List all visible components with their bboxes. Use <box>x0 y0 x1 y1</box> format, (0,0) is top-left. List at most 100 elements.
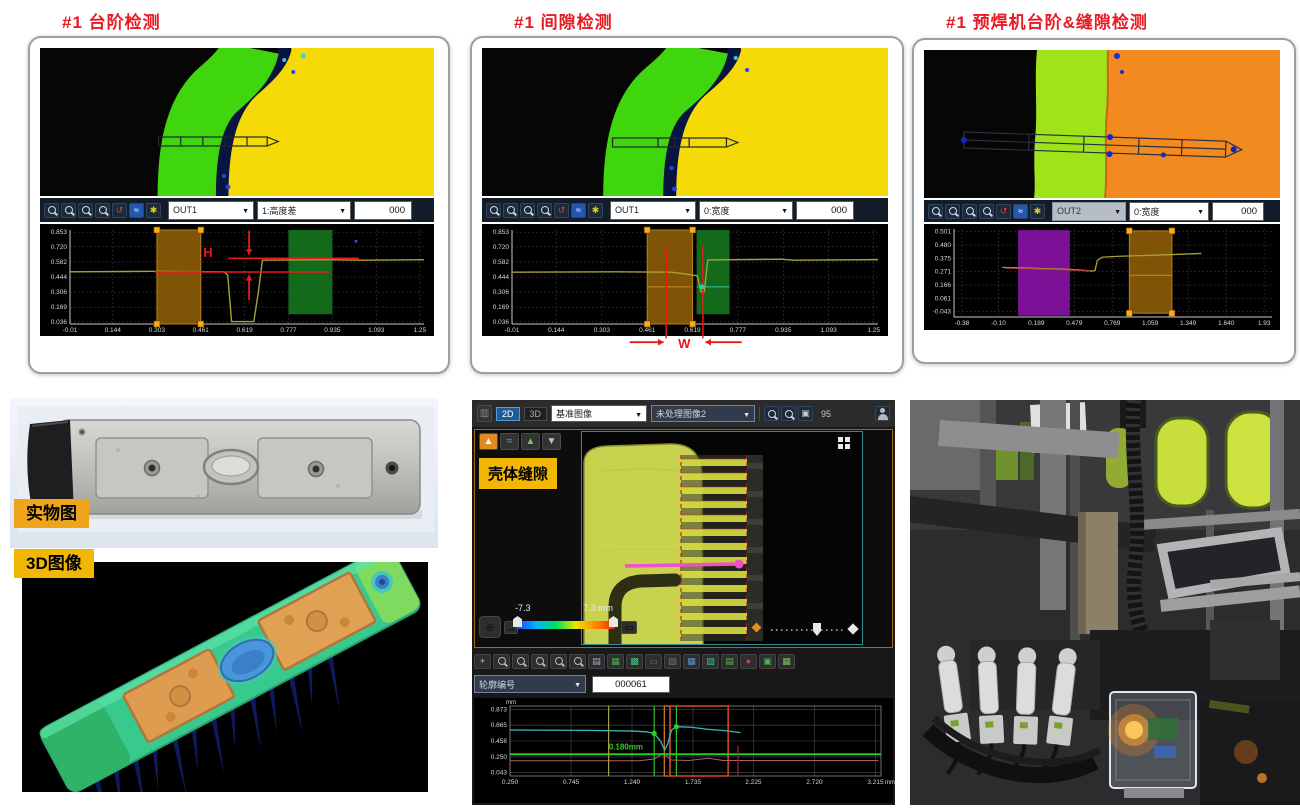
zoom-out-icon[interactable] <box>781 406 796 421</box>
measure-mode-select[interactable]: 0:宽度 <box>1129 202 1209 221</box>
roi-handle[interactable] <box>690 321 696 327</box>
zoom-in-icon[interactable] <box>486 203 501 218</box>
roi-handle[interactable] <box>154 227 160 233</box>
viewer-content: ▲≈▲▼ 壳体缝隙 <box>474 429 893 648</box>
profile-view-icon[interactable]: ≈ <box>500 433 519 450</box>
contour-number-field[interactable]: 000061 <box>592 676 670 693</box>
processed-image-select[interactable]: 未处理图像2 <box>651 405 755 422</box>
tab-3d[interactable]: 3D <box>524 407 548 421</box>
colorbar-handle-min[interactable] <box>513 616 522 627</box>
roi-handle[interactable] <box>198 321 204 327</box>
measure-mode-select[interactable]: 0:宽度 <box>699 201 793 220</box>
settings-icon[interactable]: ✱ <box>146 203 161 218</box>
zoom-region-icon[interactable] <box>962 204 977 219</box>
zoom-out-tool-icon[interactable] <box>512 654 529 669</box>
zoom-out-icon[interactable] <box>503 203 518 218</box>
measure-value-field[interactable]: 000 <box>796 201 854 220</box>
gap-profile-chart: 0.8530.7200.5820.4440.3060.1690.036-0.01… <box>482 224 888 336</box>
tab-2d[interactable]: 2D <box>496 407 520 421</box>
record-icon[interactable]: ● <box>740 654 757 669</box>
svg-text:0.303: 0.303 <box>149 327 166 334</box>
measure-grid-icon[interactable]: ▦ <box>683 654 700 669</box>
measure-band-roi[interactable] <box>681 455 747 641</box>
roi-handle[interactable] <box>1169 228 1175 234</box>
measure-value-field[interactable]: 000 <box>1212 202 1264 221</box>
compare-tool-icon[interactable]: ▩ <box>626 654 643 669</box>
source-image-select[interactable]: 基准图像 <box>551 405 647 422</box>
view-mode-icons: ▲≈▲▼ <box>479 433 561 450</box>
roi-handle[interactable] <box>1126 228 1132 234</box>
zoom-fit-icon[interactable] <box>95 203 110 218</box>
waveform-icon[interactable]: ≈ <box>571 203 586 218</box>
zoom-in-tool-icon[interactable] <box>493 654 510 669</box>
roi-box-orange[interactable] <box>1129 231 1172 313</box>
measure-value-field[interactable]: 000 <box>354 201 412 220</box>
waveform-icon[interactable]: ≈ <box>129 203 144 218</box>
zoom-region-tool-icon[interactable] <box>531 654 548 669</box>
output-select[interactable]: OUT1 <box>168 201 254 220</box>
waveform-icon[interactable]: ≈ <box>1013 204 1028 219</box>
zoom-out-icon[interactable] <box>945 204 960 219</box>
roi-box-green[interactable] <box>697 230 730 314</box>
contour-select-value: 轮廓编号 <box>479 678 515 691</box>
image-viewport[interactable] <box>581 431 863 645</box>
measure-mode-select[interactable]: 1:高度差 <box>257 201 351 220</box>
zoom-region-icon[interactable] <box>78 203 93 218</box>
zoom-fit-icon[interactable] <box>979 204 994 219</box>
grid-tool-icon[interactable]: ▦ <box>607 654 624 669</box>
zoom-fit-tool-icon[interactable] <box>569 654 586 669</box>
measure-line-icon[interactable]: ▤ <box>721 654 738 669</box>
report-icon[interactable]: ▦ <box>778 654 795 669</box>
export-icon[interactable]: ▣ <box>759 654 776 669</box>
roi-box-orange[interactable] <box>647 230 692 324</box>
svg-text:0.036: 0.036 <box>51 319 68 326</box>
svg-text:0.479: 0.479 <box>1066 320 1083 327</box>
user-icon[interactable] <box>875 406 890 421</box>
zoom-in-icon[interactable] <box>764 406 779 421</box>
toolbar-icons: ↺≈✱ <box>486 203 603 218</box>
color-target-icon[interactable]: ◎ <box>479 616 501 638</box>
zoom-in-icon[interactable] <box>928 204 943 219</box>
roi-handle[interactable] <box>1169 310 1175 316</box>
svg-text:-0.043: -0.043 <box>933 309 952 316</box>
svg-text:0.769: 0.769 <box>1104 320 1121 327</box>
region-tool-icon[interactable]: ▧ <box>664 654 681 669</box>
image-view-icon[interactable]: ▲ <box>479 433 498 450</box>
svg-text:0.777: 0.777 <box>730 327 747 334</box>
roi-box-orange[interactable] <box>157 230 201 324</box>
settings-icon[interactable]: ✱ <box>1030 204 1045 219</box>
measure-area-icon[interactable]: ▨ <box>702 654 719 669</box>
roi-handle[interactable] <box>154 321 160 327</box>
mask-tool-icon[interactable]: ▭ <box>645 654 662 669</box>
zoom-fit-icon[interactable]: ▣ <box>798 406 813 421</box>
zoom-region-icon[interactable] <box>520 203 535 218</box>
zoom-prev-tool-icon[interactable] <box>550 654 567 669</box>
pan-tool-icon[interactable]: + <box>474 654 491 669</box>
undo-icon[interactable]: ↺ <box>554 203 569 218</box>
svg-text:0.458: 0.458 <box>491 738 508 745</box>
svg-text:0.665: 0.665 <box>491 722 508 729</box>
roi-handle[interactable] <box>644 227 650 233</box>
height-view-icon[interactable]: ▲ <box>521 433 540 450</box>
colorbar-fit-icon[interactable]: ▭ <box>621 621 637 634</box>
svg-text:0.935: 0.935 <box>775 327 792 334</box>
zoom-fit-icon[interactable] <box>537 203 552 218</box>
roi-handle[interactable] <box>198 227 204 233</box>
profile-tool-icon[interactable]: ▤ <box>588 654 605 669</box>
height-profile <box>512 259 878 292</box>
roi-handle[interactable] <box>690 227 696 233</box>
settings-icon[interactable]: ✱ <box>588 203 603 218</box>
roi-handle[interactable] <box>644 321 650 327</box>
roi-handle[interactable] <box>1126 310 1132 316</box>
position-view-icon[interactable]: ▼ <box>542 433 561 450</box>
undo-icon[interactable]: ↺ <box>112 203 127 218</box>
layout-icon[interactable]: ▥ <box>477 405 492 422</box>
output-select[interactable]: OUT2 <box>1052 202 1126 221</box>
output-select[interactable]: OUT1 <box>610 201 696 220</box>
svg-text:0.043: 0.043 <box>491 770 508 777</box>
contour-select[interactable]: 轮廓编号 <box>474 675 586 693</box>
undo-icon[interactable]: ↺ <box>996 204 1011 219</box>
zoom-in-icon[interactable] <box>44 203 59 218</box>
zoom-out-icon[interactable] <box>61 203 76 218</box>
svg-text:1.240: 1.240 <box>624 779 641 786</box>
